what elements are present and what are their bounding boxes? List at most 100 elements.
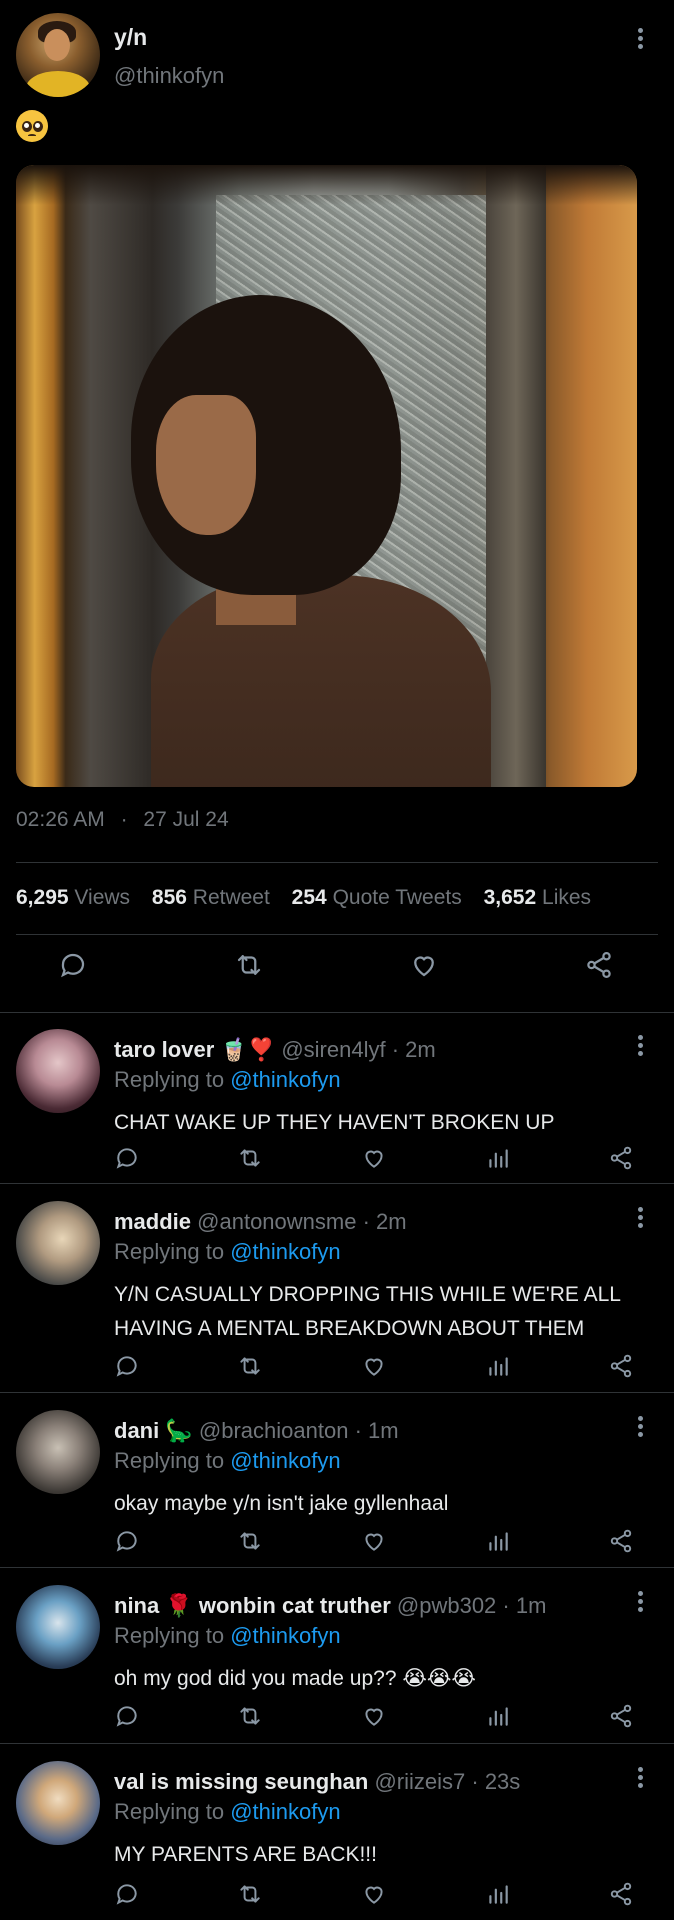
reply-display-name[interactable]: nina xyxy=(114,1593,159,1618)
like-icon[interactable] xyxy=(361,1145,387,1171)
reply-icon[interactable] xyxy=(58,950,88,980)
like-icon[interactable] xyxy=(361,1703,387,1729)
retweet-icon[interactable] xyxy=(237,1145,263,1171)
reply-tweet[interactable]: dani 🦕 @brachioanton · 1m Replying to @t… xyxy=(0,1394,674,1568)
tweet-photo[interactable] xyxy=(16,165,637,787)
main-tweet: y/n @thinkofyn 02:26 AM · 27 Jul 24 6,29… xyxy=(0,0,674,1012)
pleading-face-emoji xyxy=(16,110,48,142)
retweet-icon[interactable] xyxy=(234,950,264,980)
reply-handle[interactable]: @pwb302 xyxy=(397,1593,496,1618)
reply-avatar[interactable] xyxy=(16,1585,100,1669)
reply-text: Y/N CASUALLY DROPPING THIS WHILE WE'RE A… xyxy=(114,1283,621,1340)
reply-tweet[interactable]: nina 🌹 wonbin cat truther @pwb302 · 1m R… xyxy=(0,1569,674,1744)
author-avatar[interactable] xyxy=(16,13,100,97)
like-icon[interactable] xyxy=(361,1353,387,1379)
replying-handle-link[interactable]: @thinkofyn xyxy=(230,1239,340,1264)
reply-actions xyxy=(0,1528,674,1558)
meta-dot: · xyxy=(502,1593,510,1618)
reply-avatar[interactable] xyxy=(16,1201,100,1285)
views-stat[interactable]: 6,295 Views xyxy=(16,886,130,909)
like-icon[interactable] xyxy=(409,950,439,980)
name-emoji: 🧋❣️ xyxy=(220,1037,276,1062)
divider xyxy=(16,934,658,935)
reply-avatar[interactable] xyxy=(16,1410,100,1494)
retweets-stat[interactable]: 856 Retweet xyxy=(152,886,270,909)
reply-actions xyxy=(0,1145,674,1175)
meta-dot: · xyxy=(391,1037,400,1062)
replying-handle-link[interactable]: @thinkofyn xyxy=(230,1799,340,1824)
reply-avatar[interactable] xyxy=(16,1029,100,1113)
timestamp-separator: · xyxy=(120,808,128,831)
reply-age[interactable]: 2m xyxy=(405,1037,436,1062)
share-icon[interactable] xyxy=(608,1145,634,1171)
likes-stat[interactable]: 3,652 Likes xyxy=(484,886,591,909)
reply-tweet[interactable]: taro lover 🧋❣️ @siren4lyf · 2m Replying … xyxy=(0,1013,674,1184)
share-icon[interactable] xyxy=(608,1353,634,1379)
more-options-icon[interactable] xyxy=(638,1416,644,1438)
replying-handle-link[interactable]: @thinkofyn xyxy=(230,1623,340,1648)
reply-text: okay maybe y/n isn't jake gyllenhaal xyxy=(114,1492,449,1515)
analytics-icon[interactable] xyxy=(485,1145,511,1171)
like-icon[interactable] xyxy=(361,1528,387,1554)
reply-handle[interactable]: @siren4lyf xyxy=(281,1037,385,1062)
reply-actions xyxy=(0,1353,674,1383)
retweet-icon[interactable] xyxy=(237,1528,263,1554)
analytics-icon[interactable] xyxy=(485,1353,511,1379)
like-icon[interactable] xyxy=(361,1881,387,1907)
reply-handle[interactable]: @brachioanton xyxy=(199,1418,349,1443)
share-icon[interactable] xyxy=(608,1703,634,1729)
more-options-icon[interactable] xyxy=(638,1035,644,1057)
share-icon[interactable] xyxy=(584,950,614,980)
reply-actions xyxy=(0,1703,674,1733)
reply-icon[interactable] xyxy=(114,1145,140,1171)
reply-age[interactable]: 1m xyxy=(516,1593,547,1618)
reply-age[interactable]: 1m xyxy=(368,1418,399,1443)
meta-dot: · xyxy=(354,1418,362,1443)
reply-display-name[interactable]: taro lover xyxy=(114,1037,214,1062)
divider xyxy=(16,862,658,863)
reply-icon[interactable] xyxy=(114,1703,140,1729)
name-emoji: 🦕 xyxy=(165,1418,193,1443)
replying-handle-link[interactable]: @thinkofyn xyxy=(230,1448,340,1473)
analytics-icon[interactable] xyxy=(485,1703,511,1729)
author-display-name[interactable]: y/n xyxy=(114,24,147,51)
reply-age[interactable]: 23s xyxy=(485,1769,520,1794)
replying-handle-link[interactable]: @thinkofyn xyxy=(230,1067,340,1092)
share-icon[interactable] xyxy=(608,1528,634,1554)
more-options-icon[interactable] xyxy=(638,28,644,50)
analytics-icon[interactable] xyxy=(485,1528,511,1554)
reply-display-name[interactable]: dani xyxy=(114,1418,159,1443)
reply-header: nina 🌹 wonbin cat truther @pwb302 · 1m xyxy=(114,1593,546,1619)
reply-header: taro lover 🧋❣️ @siren4lyf · 2m xyxy=(114,1037,436,1063)
reply-tweet[interactable]: maddie @antonownsme · 2m Replying to @th… xyxy=(0,1185,674,1393)
reply-icon[interactable] xyxy=(114,1881,140,1907)
reply-tweet[interactable]: val is missing seunghan @riizeis7 · 23s … xyxy=(0,1745,674,1920)
name-emoji: 🌹 wonbin cat truther xyxy=(165,1593,391,1618)
analytics-icon[interactable] xyxy=(485,1881,511,1907)
more-options-icon[interactable] xyxy=(638,1767,644,1789)
reply-handle[interactable]: @antonownsme xyxy=(197,1209,356,1234)
reply-age[interactable]: 2m xyxy=(376,1209,407,1234)
retweet-icon[interactable] xyxy=(237,1353,263,1379)
more-options-icon[interactable] xyxy=(638,1591,644,1613)
reply-display-name[interactable]: maddie xyxy=(114,1209,191,1234)
replying-to: Replying to @thinkofyn xyxy=(114,1448,341,1474)
author-handle[interactable]: @thinkofyn xyxy=(114,63,224,89)
retweet-icon[interactable] xyxy=(237,1881,263,1907)
retweet-icon[interactable] xyxy=(237,1703,263,1729)
reply-display-name[interactable]: val is missing seunghan xyxy=(114,1769,368,1794)
share-icon[interactable] xyxy=(608,1881,634,1907)
tweet-timestamp[interactable]: 02:26 AM · 27 Jul 24 xyxy=(16,808,229,832)
quote-tweets-stat[interactable]: 254 Quote Tweets xyxy=(292,886,462,909)
replying-label: Replying to xyxy=(114,1799,225,1824)
reply-avatar[interactable] xyxy=(16,1761,100,1845)
replying-to: Replying to @thinkofyn xyxy=(114,1799,341,1825)
reply-icon[interactable] xyxy=(114,1528,140,1554)
reply-icon[interactable] xyxy=(114,1353,140,1379)
meta-dot: · xyxy=(362,1209,370,1234)
replying-label: Replying to xyxy=(114,1067,225,1092)
reply-handle[interactable]: @riizeis7 xyxy=(374,1769,465,1794)
more-options-icon[interactable] xyxy=(638,1207,644,1229)
tweet-actions xyxy=(0,950,674,1000)
replying-to: Replying to @thinkofyn xyxy=(114,1623,341,1649)
